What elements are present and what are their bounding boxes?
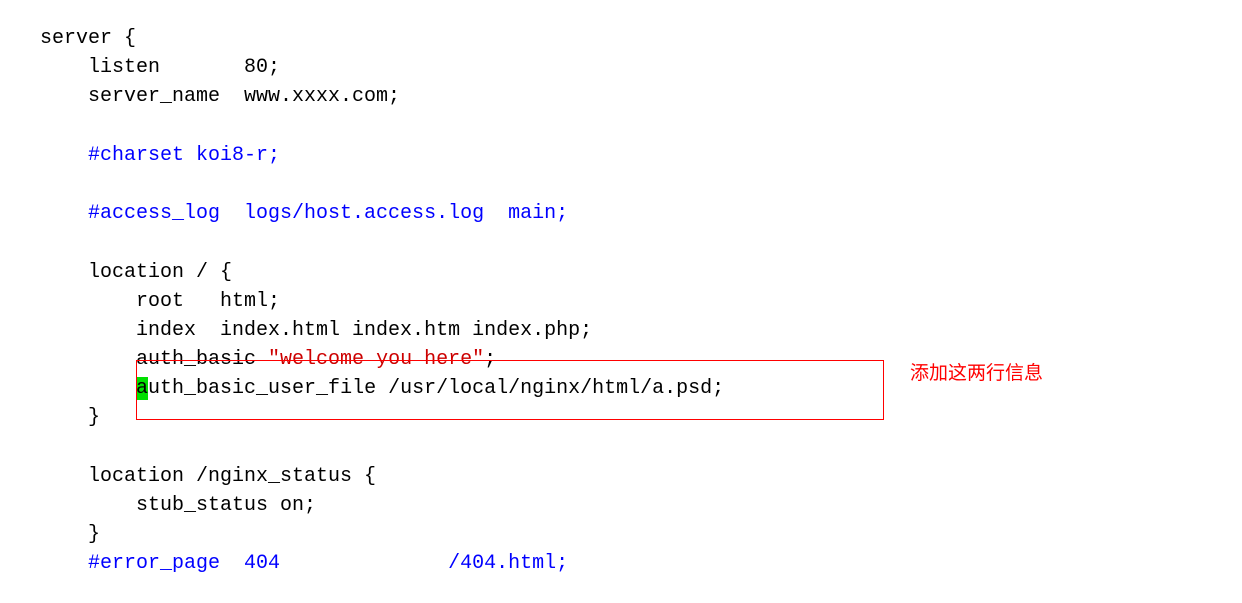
code-string: "welcome you here"	[268, 348, 484, 371]
code-line: server_name www.xxxx.com;	[40, 85, 400, 108]
code-line: }	[40, 406, 100, 429]
cursor-char: a	[136, 377, 148, 400]
code-line: stub_status on;	[40, 494, 316, 517]
code-line: root html;	[40, 290, 280, 313]
code-comment: #error_page 404 /404.html;	[40, 552, 568, 575]
code-comment: #access_log logs/host.access.log main;	[40, 202, 568, 225]
code-line: index index.html index.htm index.php;	[40, 319, 592, 342]
code-line: auth_basic_user_file /usr/local/nginx/ht…	[40, 377, 724, 400]
code-line: location /nginx_status {	[40, 465, 376, 488]
code-line: listen 80;	[40, 56, 280, 79]
code-line: }	[40, 523, 100, 546]
code-line: location / {	[40, 261, 232, 284]
nginx-config-code: server { listen 80; server_name www.xxxx…	[40, 24, 1202, 579]
code-comment: #charset koi8-r;	[40, 144, 280, 167]
code-line: auth_basic "welcome you here";	[40, 348, 496, 371]
code-line: server {	[40, 27, 136, 50]
